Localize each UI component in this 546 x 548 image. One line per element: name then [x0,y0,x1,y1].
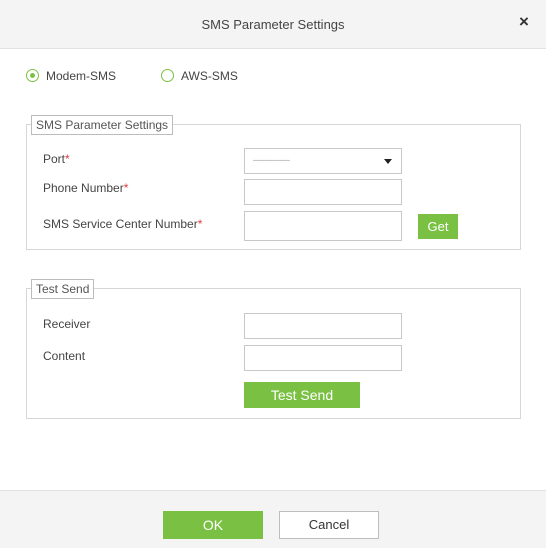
radio-unselected-icon [161,69,174,82]
test-send-button[interactable]: Test Send [244,382,360,408]
content-label: Content [43,349,86,363]
get-button[interactable]: Get [418,214,458,239]
required-mark: * [65,152,70,166]
phone-number-input[interactable] [244,179,402,205]
sms-service-center-number-input[interactable] [244,211,402,241]
port-select-value: ———— [253,155,290,166]
sms-parameter-settings-legend: SMS Parameter Settings [31,115,174,135]
test-send-group: Test Send Receiver Content Test Send [26,279,521,419]
radio-selected-icon [26,69,39,82]
dialog-footer: OK Cancel [0,490,546,548]
dialog-title: SMS Parameter Settings [201,17,345,32]
chevron-down-icon [384,159,392,164]
receiver-label: Receiver [43,317,91,331]
required-mark: * [123,181,129,195]
port-label: Port* [43,152,70,166]
content-input[interactable] [244,345,402,371]
port-select[interactable]: ———— [244,148,402,174]
dialog-header: SMS Parameter Settings × [0,0,546,49]
close-icon[interactable]: × [516,13,532,30]
phone-number-label: Phone Number* [43,181,129,195]
cancel-button[interactable]: Cancel [279,511,379,539]
required-mark: * [197,217,203,231]
sms-parameter-dialog: SMS Parameter Settings × Modem-SMS AWS-S… [0,0,546,548]
sms-service-center-number-label: SMS Service Center Number* [43,217,203,231]
test-send-legend: Test Send [31,279,95,299]
radio-modem-sms-label: Modem-SMS [46,69,117,83]
receiver-input[interactable] [244,313,402,339]
radio-aws-sms-label: AWS-SMS [181,69,238,83]
sms-parameter-settings-group: SMS Parameter Settings Port* ———— Phone … [26,115,521,250]
ok-button[interactable]: OK [163,511,263,539]
